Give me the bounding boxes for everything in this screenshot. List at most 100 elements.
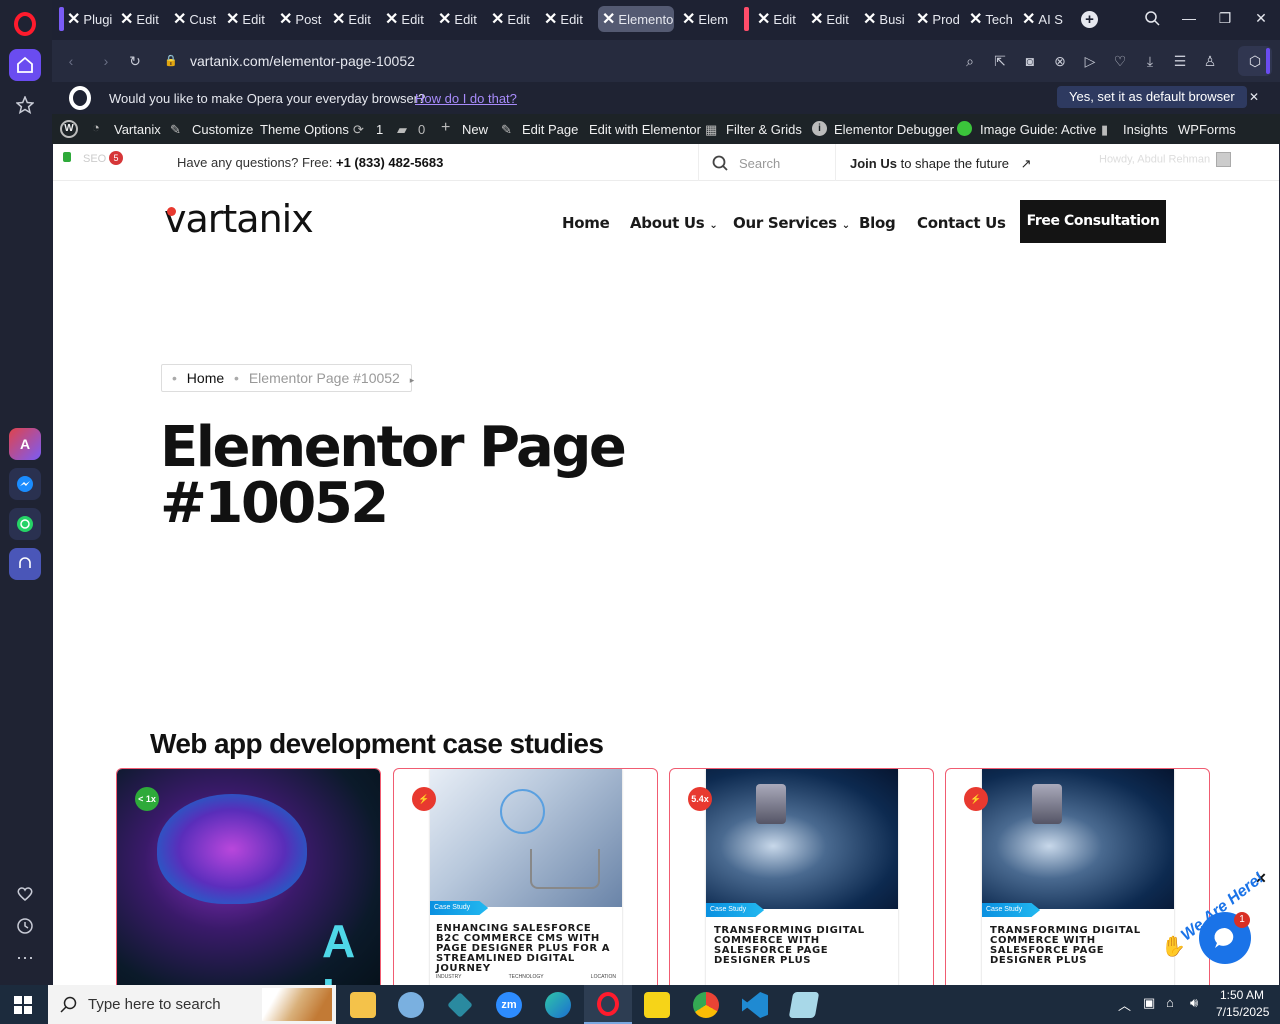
search-tabs-icon[interactable]	[1142, 10, 1162, 29]
opera-logo-icon[interactable]	[14, 12, 36, 36]
wpbar-filter-grids[interactable]: Filter & Grids	[726, 122, 802, 137]
site-logo[interactable]: vartanix	[164, 196, 339, 242]
search-box[interactable]: Search	[698, 144, 836, 181]
zoom-app-icon[interactable]: zm	[496, 992, 522, 1018]
gem-app-icon[interactable]	[447, 992, 473, 1018]
wpbar-updates[interactable]: 1	[376, 122, 383, 137]
case-study-card[interactable]: A I < 1x	[116, 768, 381, 985]
howdy-text: Howdy, Abdul Rehman	[1099, 153, 1211, 166]
browser-tab[interactable]: ✕ Post	[275, 6, 327, 32]
clock-time[interactable]: 1:50 AM	[1220, 988, 1264, 1002]
wpbar-wpforms[interactable]: WPForms	[1178, 122, 1236, 137]
browser-tab[interactable]: ✕ Edit	[222, 6, 274, 32]
tray-chevron-up-icon[interactable]: ︿	[1118, 995, 1131, 1014]
find-icon[interactable]: ⌕	[961, 52, 979, 70]
edge-browser-icon[interactable]	[545, 992, 571, 1018]
infobar-how-link[interactable]: How do I do that?	[415, 91, 517, 106]
wpbar-insights[interactable]: Insights	[1123, 122, 1168, 137]
seo-label[interactable]: SEO	[83, 153, 106, 165]
star-icon[interactable]	[9, 89, 41, 121]
messenger-icon[interactable]	[9, 468, 41, 500]
minimize-icon[interactable]: —	[1179, 10, 1199, 26]
share-icon[interactable]: ⇱	[991, 52, 1009, 70]
heart-bookmark-icon[interactable]: ♡	[1111, 52, 1129, 70]
wpbar-theme-options[interactable]: Theme Options	[260, 122, 349, 137]
wordpress-logo-icon[interactable]: W	[60, 120, 78, 138]
sticky-notes-icon[interactable]	[644, 992, 670, 1018]
nav-contact-us[interactable]: Contact Us	[917, 214, 1006, 232]
set-default-button[interactable]: Yes, set it as default browser	[1057, 86, 1247, 108]
howdy-user[interactable]: Howdy, Abdul Rehman	[1099, 152, 1232, 167]
tab-favicon-icon: ✕	[279, 11, 293, 28]
taskbar-search-box[interactable]: Type here to search	[48, 985, 336, 1024]
back-icon[interactable]: ‹	[62, 52, 80, 70]
browser-tab[interactable]: ✕ Cust	[169, 6, 221, 32]
reload-icon[interactable]: ↻	[126, 52, 144, 70]
microscope-image	[706, 769, 898, 909]
browser-tab[interactable]: ✕ Edit	[806, 6, 858, 32]
tray-network-icon[interactable]: ▣	[1143, 995, 1155, 1011]
wpbar-comments[interactable]: 0	[418, 122, 425, 137]
forward-icon[interactable]: ›	[97, 52, 115, 70]
wpbar-new[interactable]: New	[462, 122, 488, 137]
browser-tab[interactable]: ✕ Prod	[912, 6, 964, 32]
case-study-card[interactable]: Case Study ENHANCING SALESFORCE B2C COMM…	[393, 768, 658, 985]
infobar-close-icon[interactable]: ✕	[1249, 90, 1259, 104]
clock-date[interactable]: 7/15/2025	[1216, 1005, 1269, 1019]
home-icon[interactable]	[9, 49, 41, 81]
new-tab-button[interactable]: +	[1081, 11, 1098, 28]
tray-volume-icon[interactable]: 🔊︎	[1190, 995, 1198, 1011]
close-window-icon[interactable]: ✕	[1251, 10, 1271, 27]
send-icon[interactable]: ▷	[1081, 52, 1099, 70]
browser-tab[interactable]: ✕ AI S	[1018, 6, 1070, 32]
nav-blog[interactable]: Blog	[859, 214, 896, 232]
heart-icon[interactable]	[9, 878, 41, 910]
file-explorer-icon[interactable]	[350, 992, 376, 1018]
browser-tab[interactable]: ✕ Edit	[487, 6, 539, 32]
camera-icon[interactable]: ◙	[1021, 52, 1039, 70]
opera-taskbar-active[interactable]	[584, 985, 632, 1024]
wpbar-image-guide[interactable]: Image Guide: Active	[980, 122, 1096, 137]
wpbar-edit-page[interactable]: Edit Page	[522, 122, 578, 137]
paint-app-icon[interactable]	[398, 992, 424, 1018]
chrome-browser-icon[interactable]	[693, 992, 719, 1018]
browser-tab[interactable]: ✕ Edit	[116, 6, 168, 32]
vscode-icon[interactable]	[742, 992, 768, 1018]
browser-tab[interactable]: ✕ Elem	[678, 6, 730, 32]
tray-wifi-icon[interactable]: ⌂	[1166, 995, 1174, 1010]
browser-tab[interactable]: ✕ Edit	[381, 6, 433, 32]
case-study-card[interactable]: Case Study TRANSFORMING DIGITAL COMMERCE…	[669, 768, 934, 985]
browser-tab[interactable]: ✕ Elementor	[598, 6, 674, 32]
restore-icon[interactable]: ❐	[1215, 10, 1235, 27]
adblock-icon[interactable]: ⊗	[1051, 52, 1069, 70]
download-icon[interactable]: ⤓	[1141, 52, 1159, 70]
wpbar-edit-elementor[interactable]: Edit with Elementor	[589, 122, 701, 137]
free-consultation-button[interactable]: Free Consultation	[1020, 200, 1166, 243]
browser-tab[interactable]: ✕ Edit	[540, 6, 592, 32]
wpbar-debugger[interactable]: Elementor Debugger	[834, 122, 954, 137]
url-field[interactable]: vartanix.com/elementor-page-10052	[190, 48, 890, 74]
history-icon[interactable]	[9, 910, 41, 942]
nav-about-us[interactable]: About Us ⌄	[630, 214, 718, 232]
phone-number[interactable]: +1 (833) 482-5683	[336, 155, 443, 170]
breadcrumb-home[interactable]: Home	[187, 370, 224, 386]
music-player-icon[interactable]	[9, 548, 41, 580]
windows-start-icon[interactable]	[14, 996, 32, 1014]
browser-tab[interactable]: ✕ Tech	[965, 6, 1017, 32]
wpbar-site[interactable]: Vartanix	[114, 122, 161, 137]
easy-setup-icon[interactable]: ☰	[1171, 52, 1189, 70]
profile-icon[interactable]: ♙	[1201, 52, 1219, 70]
browser-tab[interactable]: ✕ Edit	[328, 6, 380, 32]
wpbar-customize[interactable]: Customize	[192, 122, 253, 137]
whatsapp-icon[interactable]	[9, 508, 41, 540]
aria-icon[interactable]: A	[9, 428, 41, 460]
more-icon[interactable]: ⋯	[9, 942, 41, 974]
browser-tab[interactable]: ✕ Edit	[434, 6, 486, 32]
browser-tab[interactable]: ✕ Plugi	[63, 6, 121, 32]
browser-tab[interactable]: ✕ Edit	[753, 6, 805, 32]
join-us-link[interactable]: Join Us to shape the future ↗	[850, 156, 1032, 172]
nav-our-services[interactable]: Our Services ⌄	[733, 214, 850, 232]
notepad-app-icon[interactable]	[788, 992, 820, 1018]
nav-home[interactable]: Home	[562, 214, 610, 232]
browser-tab[interactable]: ✕ Busi	[859, 6, 911, 32]
